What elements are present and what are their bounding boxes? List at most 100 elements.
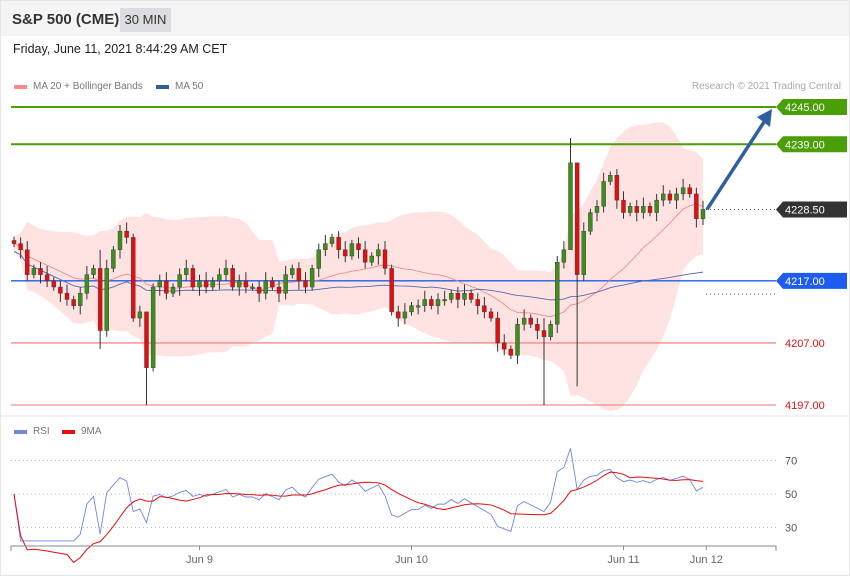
candle-body: [661, 193, 666, 201]
candle-body: [150, 286, 156, 368]
candle-body: [104, 268, 109, 331]
candle-body: [117, 230, 123, 250]
candle-body: [217, 274, 222, 282]
candle-body: [449, 293, 454, 300]
candle-body: [91, 268, 96, 275]
candle-body: [594, 206, 600, 213]
candle-body: [144, 311, 149, 368]
candle-body: [31, 268, 37, 275]
candle-body: [389, 268, 394, 313]
candle-body: [349, 243, 355, 257]
candle-body: [137, 311, 143, 319]
candle-body: [290, 268, 295, 275]
rsi-level-label: 70: [785, 456, 797, 468]
x-tick-label: Jun 11: [607, 554, 639, 566]
candle-body: [541, 330, 547, 337]
rsi-ma-line: [13, 471, 704, 564]
rsi-level-label: 50: [785, 489, 797, 501]
candle-body: [528, 317, 533, 325]
level-label: 4228.50: [785, 204, 825, 216]
candle-body: [356, 243, 361, 250]
candle-body: [442, 299, 447, 302]
candle-body: [276, 286, 282, 294]
x-tick-label: Jun 9: [186, 554, 213, 566]
candle-body: [687, 187, 692, 195]
candle-body: [376, 249, 381, 257]
candle-body: [521, 317, 527, 325]
candle-body: [11, 240, 17, 244]
candle-body: [283, 274, 288, 294]
level-label: 4239.00: [785, 139, 825, 151]
candle-body: [555, 262, 560, 325]
candle-body: [58, 286, 63, 294]
level-label: 4245.00: [785, 102, 825, 114]
candle-body: [369, 255, 374, 263]
candle-body: [422, 299, 427, 306]
level-label: 4207.00: [785, 338, 825, 350]
candle-body: [78, 293, 83, 306]
candle-body: [210, 280, 215, 288]
candle-body: [468, 293, 474, 300]
candle-body: [641, 206, 646, 213]
candle-body: [111, 249, 116, 269]
candle-body: [621, 199, 626, 213]
candle-body: [230, 268, 235, 288]
candle-body: [184, 268, 189, 275]
candle-body: [409, 305, 414, 313]
candle-body: [627, 206, 633, 213]
candle-body: [402, 311, 408, 319]
candle-body: [488, 311, 494, 319]
candle-body: [694, 193, 699, 219]
candle-body: [654, 199, 659, 213]
bollinger-band: [14, 122, 703, 412]
candle-body: [316, 249, 321, 269]
candle-body: [535, 324, 540, 331]
candle-body: [601, 181, 606, 207]
candle-body: [462, 293, 467, 300]
candle-body: [647, 206, 653, 213]
candle-body: [429, 299, 434, 306]
candle-body: [170, 286, 176, 294]
candle-body: [382, 249, 388, 269]
candle-body: [415, 305, 421, 308]
candle-body: [44, 274, 50, 282]
forecast-arrow: [705, 118, 768, 211]
candle-body: [455, 293, 461, 300]
candle-body: [64, 293, 70, 300]
x-tick-label: Jun 10: [395, 554, 428, 566]
candle-body: [223, 268, 229, 275]
candle-body: [396, 311, 401, 319]
x-tick-label: Jun 12: [690, 554, 723, 566]
candle-body: [343, 249, 348, 257]
candle-body: [548, 324, 553, 337]
candle-body: [97, 268, 103, 331]
candle-body: [309, 268, 315, 288]
candle-body: [71, 299, 76, 306]
candle-body: [502, 342, 507, 350]
candle-body: [84, 274, 90, 294]
candle-body: [680, 187, 686, 195]
candle-body: [515, 324, 520, 356]
rsi-level-label: 30: [785, 523, 797, 535]
candle-body: [482, 305, 487, 313]
candle-body: [256, 286, 262, 294]
candle-body: [508, 348, 514, 356]
candle-body: [124, 230, 129, 238]
candle-body: [250, 286, 255, 289]
candle-body: [190, 268, 196, 288]
x-axis: [10, 545, 777, 551]
candle-body: [303, 280, 308, 288]
candle-body: [18, 243, 23, 250]
candle-body: [243, 280, 249, 288]
candle-body: [568, 162, 573, 250]
candle-body: [574, 162, 580, 275]
candle-body: [362, 249, 368, 263]
candle-body: [197, 280, 202, 288]
candle-body: [588, 212, 593, 232]
candle-body: [51, 280, 56, 288]
price-chart: 4245.00 4239.00 4228.50 4217.00 4207.00 4197.…: [1, 99, 849, 566]
candle-body: [25, 249, 30, 275]
candle-body: [323, 243, 328, 250]
candle-body: [263, 280, 268, 294]
candle-body: [296, 268, 302, 282]
